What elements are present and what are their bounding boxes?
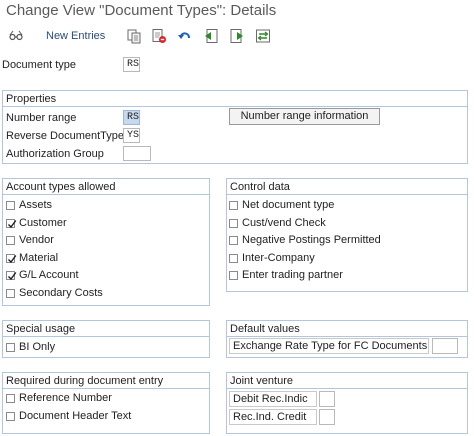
special-usage-title: Special usage — [6, 323, 76, 335]
default-values-title: Default values — [230, 323, 300, 335]
checkbox-label: Document Header Text — [19, 409, 132, 422]
control-data-title: Control data — [230, 181, 290, 193]
number-range-information-button[interactable]: Number range information — [229, 108, 380, 125]
checkbox[interactable] — [6, 289, 15, 298]
checkbox-label: Material — [19, 251, 59, 264]
checkbox[interactable] — [6, 236, 15, 246]
checkbox-label: Net document type — [242, 199, 335, 211]
checkbox[interactable] — [229, 201, 238, 210]
display-change-icon[interactable] — [8, 28, 24, 44]
account-types-title: Account types allowed — [6, 181, 116, 193]
copy-icon[interactable] — [126, 28, 142, 44]
number-range-field[interactable]: RS — [123, 110, 140, 125]
undo-icon[interactable] — [177, 28, 193, 44]
authorization-group-field[interactable] — [123, 146, 151, 161]
checkbox-label: Assets — [19, 199, 53, 211]
checkbox[interactable] — [229, 271, 238, 281]
transport-icon[interactable] — [255, 28, 271, 44]
checkbox-label: Cust/vend Check — [242, 216, 326, 229]
checkbox-label: Negative Postings Permitted — [242, 234, 381, 247]
debit-rec-indic-field[interactable] — [319, 391, 335, 407]
previous-entry-icon[interactable] — [203, 28, 219, 44]
checkbox[interactable] — [6, 253, 17, 263]
checkbox-label: G/L Account — [19, 269, 79, 282]
exchange-rate-type-field[interactable] — [432, 338, 458, 354]
checkbox[interactable] — [6, 218, 17, 228]
checkmark-icon — [8, 272, 17, 281]
checkbox-label: Secondary Costs — [19, 287, 103, 299]
checkbox[interactable] — [229, 253, 238, 263]
checkbox[interactable] — [6, 201, 15, 210]
required-entry-title: Required during document entry — [6, 375, 164, 387]
checkbox-label: Vendor — [19, 234, 54, 247]
reverse-document-type-field[interactable]: YS — [123, 128, 140, 143]
number-range-label: Number range — [6, 112, 77, 124]
toolbar: New Entries — [0, 24, 474, 48]
exchange-rate-type-label: Exchange Rate Type for FC Documents — [229, 338, 429, 354]
new-entries-button[interactable]: New Entries — [46, 30, 105, 42]
checkbox[interactable] — [6, 271, 17, 281]
checkbox-label: Enter trading partner — [242, 269, 343, 282]
checkbox[interactable] — [229, 236, 238, 246]
properties-title: Properties — [6, 93, 57, 105]
document-type-field[interactable]: RS — [123, 57, 140, 72]
window-title: Change View "Document Types": Details — [6, 2, 277, 19]
next-entry-icon[interactable] — [229, 28, 245, 44]
authorization-group-label: Authorization Group — [6, 148, 104, 160]
delete-icon[interactable] — [151, 28, 167, 44]
rec-ind-credit-field[interactable] — [319, 409, 335, 425]
joint-venture-title: Joint venture — [230, 375, 293, 387]
checkbox[interactable] — [229, 218, 238, 228]
checkmark-icon — [8, 219, 17, 228]
checkbox[interactable] — [6, 411, 15, 421]
checkbox[interactable] — [6, 394, 15, 403]
reverse-document-type-label: Reverse DocumentType — [6, 130, 124, 142]
checkbox-label: Customer — [19, 216, 67, 229]
checkbox[interactable] — [6, 343, 15, 352]
debit-rec-indic-label: Debit Rec.Indic — [229, 391, 317, 407]
checkbox-label: Reference Number — [19, 392, 112, 404]
checkbox-label: Inter-Company — [242, 251, 315, 264]
checkmark-icon — [8, 254, 17, 263]
checkbox-label: BI Only — [19, 341, 56, 353]
rec-ind-credit-label: Rec.Ind. Credit — [229, 409, 317, 425]
document-type-label: Document type — [2, 59, 76, 71]
